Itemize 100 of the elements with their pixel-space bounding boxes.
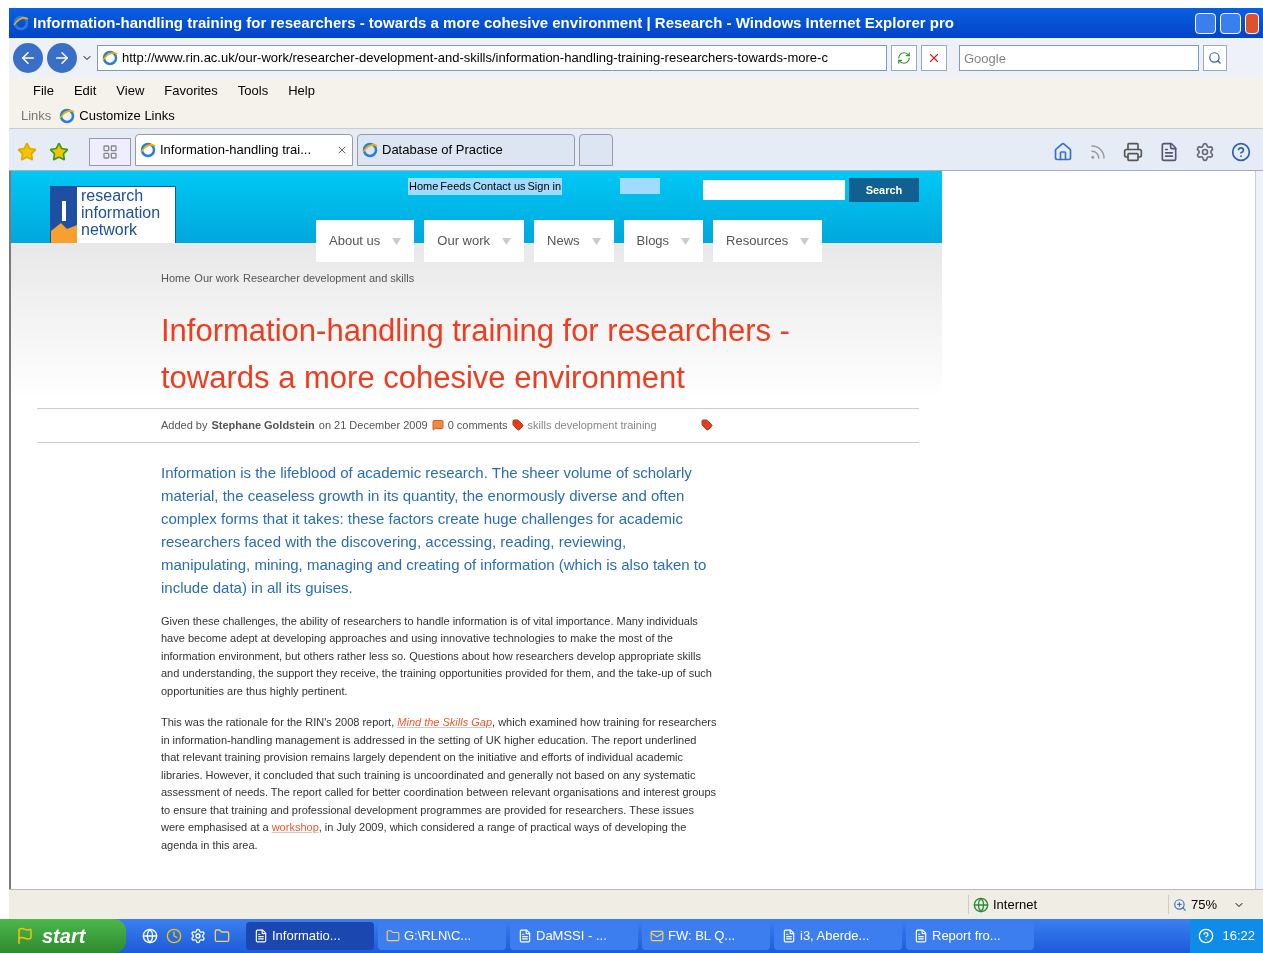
tag-icon	[511, 419, 524, 431]
page-icon[interactable]	[1159, 142, 1179, 162]
home-icon[interactable]	[1053, 142, 1073, 162]
clock-icon[interactable]	[166, 928, 182, 944]
nav-tab[interactable]: Our work	[424, 220, 525, 262]
folder-icon[interactable]	[214, 928, 230, 944]
search-icon	[1208, 51, 1222, 65]
url-text: http://www.rin.ac.uk/our-work/researcher-development-and-skills/information-handling-training-researchers-towards-more-c	[122, 49, 828, 68]
search-button[interactable]	[1203, 45, 1227, 71]
document-icon	[914, 929, 928, 943]
globe-icon	[973, 896, 989, 913]
comments-link[interactable]: 0 comments	[447, 416, 508, 434]
caret-icon	[502, 237, 512, 245]
menu-item[interactable]: View	[116, 81, 145, 101]
intro-paragraph: Information is the lifeblood of academic research. The sheer volume of scholarly material, the ceaseless growth in its quantity, the enormously diverse and often complex forms that it takes: these factors create huge challenges for academic researchers faced with the discovering, accessing, reading, reviewing, manipulating, mining, managing and creating of information (which is also taken to include data) in all its guises.	[161, 462, 708, 598]
taskbar-button[interactable]: DaMSSI - ...	[510, 922, 638, 950]
add-favorite-icon[interactable]	[49, 142, 69, 162]
menu-item[interactable]: Tools	[237, 81, 269, 101]
taskbar-button[interactable]: FW: BL Q...	[642, 922, 770, 950]
nav-tab[interactable]: News	[534, 220, 614, 262]
tag-icon	[700, 419, 713, 431]
stop-button[interactable]	[921, 45, 947, 71]
refresh-button[interactable]	[891, 45, 917, 71]
document-icon	[254, 929, 268, 943]
body-paragraph: This was the rationale for the RIN's 2008 report, Mind the Skills Gap, which examined how training for researchers in information-handling management is addressed in the setting of UK higher education. The report underlined that relevant training provision remains largely dependent on the initiative and efforts of individual academic libraries. However, it concluded that such training is uncoordinated and generally not based on any systematic assessment of needs. The report called for better coordination between relevant organisations and interest groups to ensure that training and professional development programmes are provided for researchers. These issues were emphasised at a workshop, in July 2009, which considered a range of practical ways of developing the agenda in this area.	[161, 715, 717, 853]
help-icon[interactable]	[1231, 142, 1251, 162]
logo-text: research	[81, 187, 145, 204]
post-date: on 21 December 2009	[318, 417, 428, 433]
tab-icon	[140, 142, 156, 158]
window-title: Information-handling training for researchers - towards a more cohesive environment | Research - Windows Internet Explorer pro	[33, 12, 955, 33]
menu-item[interactable]: Edit	[73, 81, 97, 101]
menu-item[interactable]: Help	[288, 81, 315, 101]
menu-item[interactable]: File	[33, 81, 54, 101]
settings-icon[interactable]	[1195, 142, 1215, 162]
site-logo[interactable]: research information network	[50, 186, 176, 246]
forward-button[interactable]	[47, 43, 77, 73]
utility-link[interactable]: Home	[408, 178, 440, 195]
address-field[interactable]: http://www.rin.ac.uk/our-work/researcher-development-and-skills/information-handling-training-researchers-towards-more-c	[97, 45, 887, 71]
browser-icon[interactable]	[142, 928, 158, 944]
utility-link[interactable]: Feeds	[439, 178, 472, 195]
body-paragraph: Given these challenges, the ability of researchers to handle information is of vital importance. Many individuals have become adept at developing approaches and using innovative technologies to make the most of the information environment, but others rather less so. Questions about how researchers develop appropriate skills and understanding, the support they receive, the training opportunities provided for them, and the take-up of such opportunities are thus highly pertinent.	[161, 613, 713, 699]
document-icon	[518, 929, 532, 943]
taskbar-button[interactable]: G:\RLN\C...	[378, 922, 506, 950]
feeds-icon[interactable]	[1089, 143, 1107, 161]
utility-link[interactable]: Sign in	[526, 178, 563, 195]
document-icon	[782, 929, 796, 943]
close-icon	[927, 51, 941, 65]
app-icon	[13, 15, 29, 31]
security-zone: Internet	[993, 895, 1038, 914]
browser-tab[interactable]: Information-handling trai...	[135, 134, 353, 166]
inline-link[interactable]: workshop	[271, 821, 319, 833]
menu-item[interactable]: Favorites	[164, 81, 218, 101]
vertical-scrollbar[interactable]	[1255, 171, 1263, 889]
comment-icon	[431, 419, 444, 431]
site-search-field[interactable]	[703, 180, 845, 200]
nav-tab[interactable]: About us	[316, 220, 415, 262]
taskbar-button[interactable]: Report fro...	[906, 922, 1034, 950]
print-icon[interactable]	[1123, 142, 1143, 162]
tab-icon	[362, 142, 378, 158]
browser-tab[interactable]: Database of Practice	[357, 134, 575, 166]
breadcrumb-link[interactable]: Home	[161, 270, 191, 287]
back-button[interactable]	[13, 43, 43, 73]
header-block	[620, 178, 660, 194]
links-label: Links	[21, 107, 52, 126]
page-title: towards a more cohesive environment	[161, 358, 686, 397]
byline-label: Added by	[161, 417, 208, 433]
flag-icon	[16, 927, 34, 945]
page-icon	[102, 50, 118, 66]
site-search-button[interactable]: Search	[849, 178, 919, 202]
link-icon	[59, 108, 76, 124]
grid-icon	[102, 144, 118, 160]
taskbar-button[interactable]: Informatio...	[246, 922, 374, 950]
forward-arrow-icon	[53, 49, 71, 67]
quick-tabs-button[interactable]	[89, 138, 131, 166]
refresh-icon	[897, 51, 911, 65]
logo-text: network	[81, 221, 139, 238]
caret-icon	[800, 237, 810, 245]
page-title: Information-handling training for researchers -	[161, 311, 791, 350]
nav-tab[interactable]: Blogs	[623, 220, 704, 262]
tags-link[interactable]: skills development training	[527, 416, 657, 434]
nav-tab[interactable]: Resources	[713, 220, 823, 262]
breadcrumb-link[interactable]: Researcher development and skills	[242, 270, 415, 287]
search-field[interactable]: Google	[959, 45, 1199, 71]
minimize-button[interactable]	[1195, 12, 1216, 34]
clock: 16:22	[1222, 927, 1255, 946]
mail-icon	[650, 929, 664, 943]
logo-mark-icon	[51, 187, 77, 245]
caret-icon	[591, 237, 601, 245]
folder-icon	[386, 929, 400, 943]
taskbar-button[interactable]: i3, Aberde...	[774, 922, 902, 950]
breadcrumb-link[interactable]: Our work	[194, 270, 239, 287]
zoom-level[interactable]: 75%	[1191, 894, 1218, 915]
close-icon[interactable]	[336, 144, 348, 156]
utility-link[interactable]: Contact us	[471, 178, 527, 195]
link-item[interactable]: Customize Links	[79, 106, 175, 126]
new-tab-button[interactable]	[579, 134, 613, 166]
author-name[interactable]: Stephane Goldstein	[211, 416, 315, 434]
caret-icon	[392, 237, 402, 245]
close-button[interactable]	[1245, 12, 1259, 34]
maximize-button[interactable]	[1220, 12, 1241, 34]
